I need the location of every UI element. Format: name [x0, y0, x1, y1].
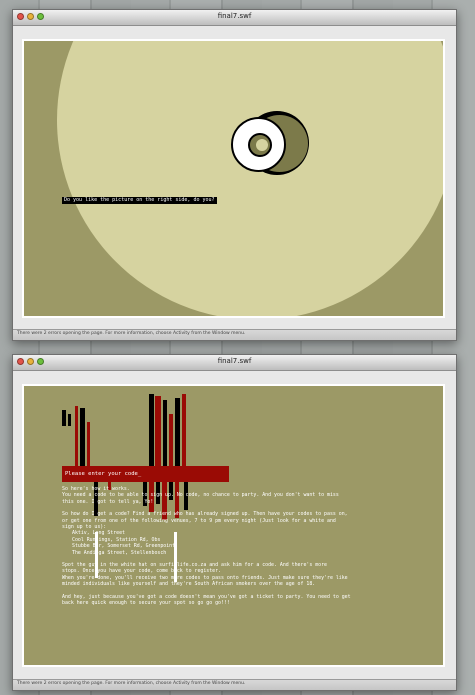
status-bar: There were 2 errors opening the page. Fo…	[13, 329, 456, 340]
glitch-bar	[80, 408, 85, 466]
top-window-titlebar[interactable]: final7.swf	[13, 10, 456, 26]
glitch-bar	[87, 422, 90, 466]
flash-stage[interactable]: Please enter your code_ So here's how it…	[22, 384, 445, 667]
glitch-bar	[75, 406, 78, 466]
ring-hole-inner	[256, 139, 268, 151]
paragraph-intro: So here's how it works. You need a code …	[62, 486, 414, 505]
text-line: minded individuals like yourself and the…	[62, 581, 316, 588]
glitch-bar	[155, 396, 161, 466]
text-line: this one. I got to tell ya, Yo!	[62, 498, 154, 505]
glitch-bar	[182, 394, 186, 466]
paragraph-outro: And hey, just because you've got a code …	[62, 594, 414, 607]
glitch-bar	[149, 394, 154, 466]
instructions-text: So here's how it works. You need a code …	[62, 486, 414, 613]
window-title: final7.swf	[217, 12, 252, 20]
code-input-prompt[interactable]: Please enter your code_	[65, 471, 141, 477]
status-text: There were 2 errors opening the page. Fo…	[17, 681, 246, 686]
flash-stage[interactable]: Do you like the picture on the right sid…	[22, 39, 445, 318]
top-window: final7.swf Do you like the picture on th…	[12, 9, 457, 341]
bottom-window: final7.swf Please enter your code_ So he…	[12, 354, 457, 691]
glitch-bar	[169, 414, 173, 466]
window-title: final7.swf	[217, 357, 252, 365]
large-circle	[57, 41, 443, 316]
bottom-window-titlebar[interactable]: final7.swf	[13, 355, 456, 371]
status-bar: There were 2 errors opening the page. Fo…	[13, 679, 456, 690]
venue-item: The Andinga Street, Stellenbosch	[72, 549, 167, 556]
text-line: back here quick enough to secure your sp…	[62, 600, 230, 607]
status-text: There were 2 errors opening the page. Fo…	[17, 331, 246, 336]
glitch-bar	[62, 410, 66, 426]
paragraph-get-code: So how do I get a code? Find a friend wh…	[62, 511, 414, 556]
glitch-bar	[163, 400, 167, 466]
caption-text: Do you like the picture on the right sid…	[62, 197, 217, 204]
paragraph-spot: Spot the guy in the white hat on surfinl…	[62, 562, 414, 588]
glitch-bar	[68, 414, 71, 426]
glitch-bar	[175, 398, 180, 466]
